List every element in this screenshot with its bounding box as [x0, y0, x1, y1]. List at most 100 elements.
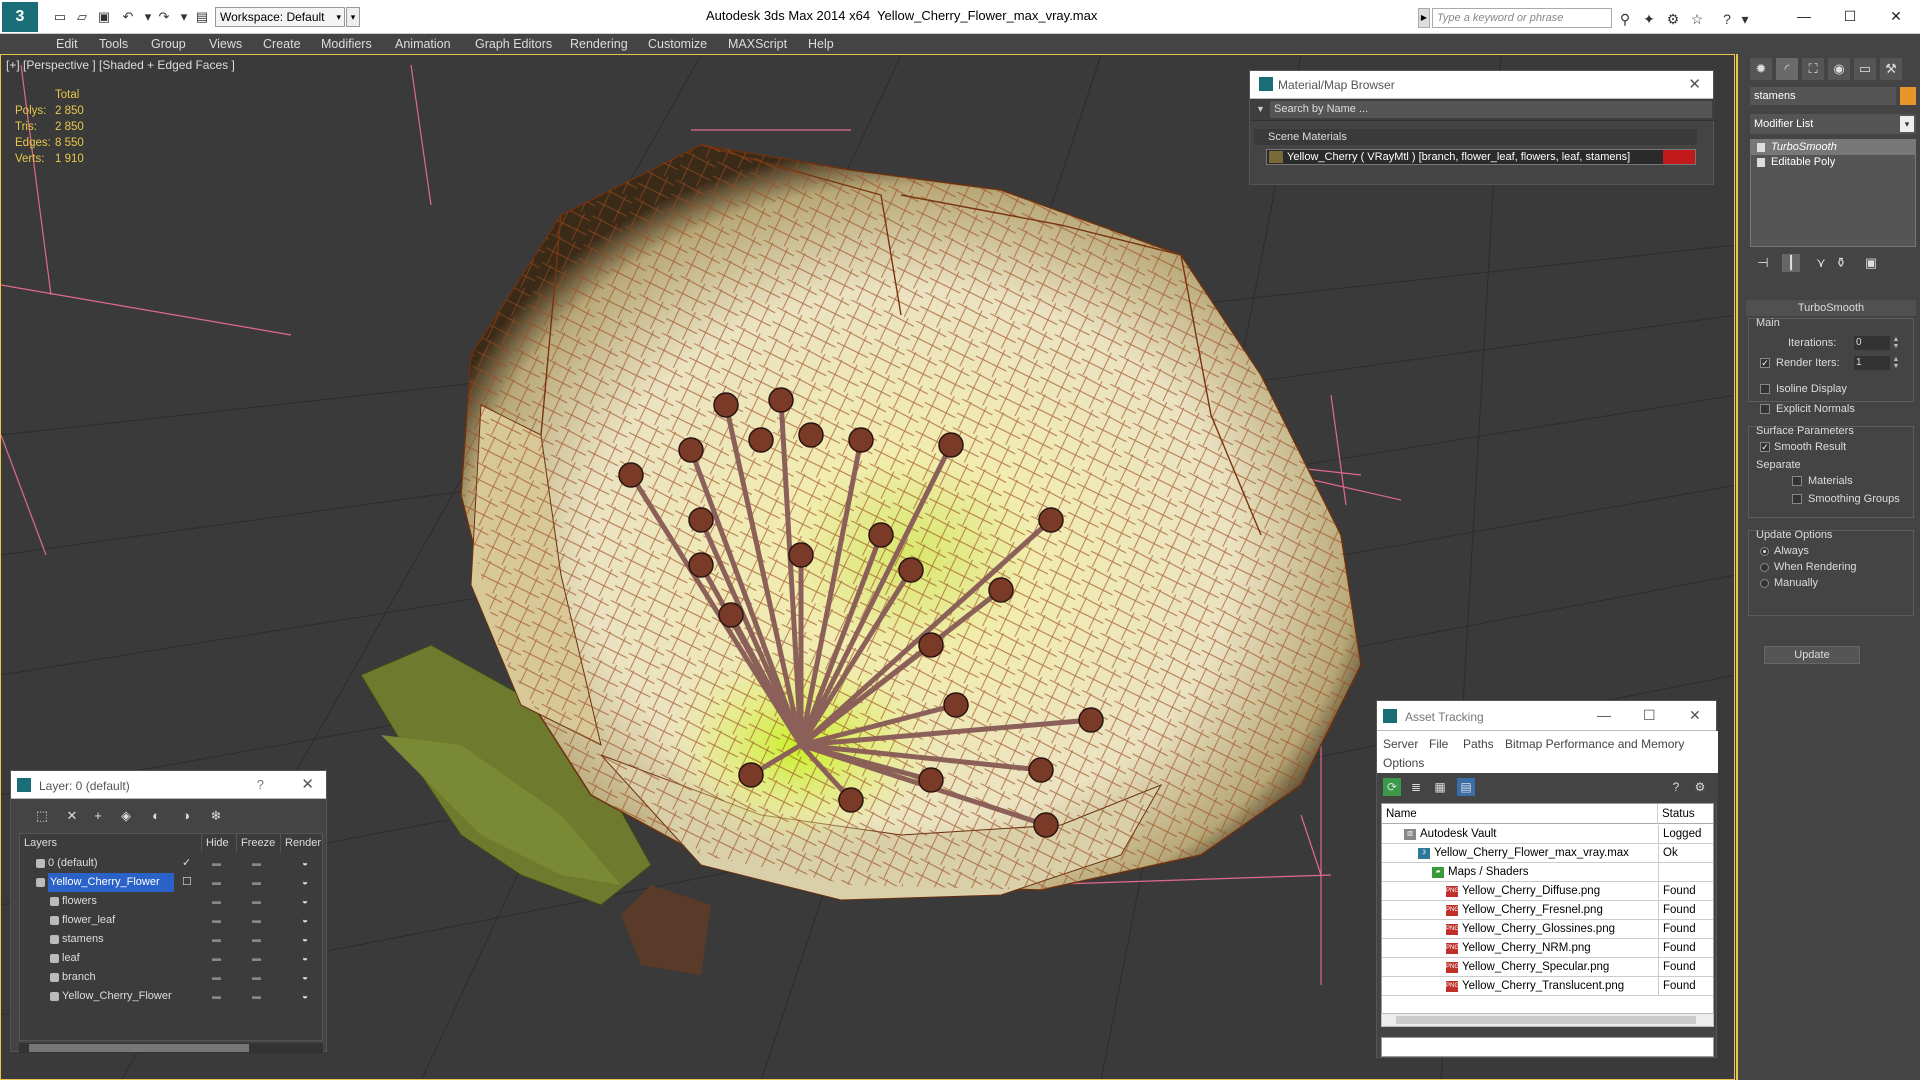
configure-sets-icon[interactable]: ▣: [1862, 254, 1880, 272]
layers-scrollbar[interactable]: [19, 1043, 323, 1053]
render-toggle-icon[interactable]: ◒: [302, 968, 308, 987]
hide-toggle[interactable]: ▬: [212, 892, 221, 911]
settings-icon[interactable]: ⚙: [1691, 778, 1709, 796]
freeze-toggle[interactable]: ▬: [252, 892, 261, 911]
menu-server[interactable]: Server: [1383, 737, 1418, 751]
layer-row[interactable]: branch ▬ ▬ ◒: [20, 968, 322, 987]
render-iters-spinner[interactable]: 1: [1854, 356, 1890, 370]
menu-graph-editors[interactable]: Graph Editors: [475, 35, 552, 53]
asset-row[interactable]: PNG Yellow_Cherry_Fresnel.png Found: [1382, 901, 1713, 920]
manually-radio[interactable]: [1760, 579, 1769, 588]
show-end-result-icon[interactable]: ┃: [1782, 254, 1800, 272]
redo-icon[interactable]: ↷: [156, 9, 172, 25]
stack-item-editable-poly[interactable]: Editable Poly: [1751, 155, 1915, 170]
render-toggle-icon[interactable]: ◒: [302, 930, 308, 949]
column-status[interactable]: Status: [1658, 804, 1713, 824]
isoline-display-checkbox[interactable]: [1760, 384, 1770, 394]
current-layer-check-icon[interactable]: ✓: [182, 854, 191, 873]
menu-tools[interactable]: Tools: [99, 35, 128, 53]
smooth-result-checkbox[interactable]: ✓: [1760, 442, 1770, 452]
scrollbar-thumb[interactable]: [1396, 1016, 1696, 1024]
always-radio[interactable]: [1760, 547, 1769, 556]
make-unique-icon[interactable]: ⋎: [1812, 254, 1830, 272]
menu-create[interactable]: Create: [263, 35, 301, 53]
hide-toggle[interactable]: ▬: [212, 911, 221, 930]
minimize-button[interactable]: —: [1597, 707, 1611, 723]
freeze-toggle[interactable]: ▬: [252, 854, 261, 873]
minimize-button[interactable]: —: [1784, 5, 1824, 27]
thumbnail-view-icon[interactable]: ▦: [1431, 778, 1449, 796]
layer-row[interactable]: Yellow_Cherry_Flower ▬ ▬ ◒: [20, 987, 322, 1006]
asset-tracking-header[interactable]: Asset Tracking — ☐ ✕: [1377, 701, 1716, 731]
freeze-toggle[interactable]: ▬: [252, 968, 261, 987]
render-toggle-icon[interactable]: ◒: [302, 854, 308, 873]
asset-row[interactable]: ▰ Maps / Shaders: [1382, 863, 1713, 882]
layer-row[interactable]: leaf ▬ ▬ ◒: [20, 949, 322, 968]
highlight-layer-icon[interactable]: ◐: [147, 807, 165, 825]
material-search-input[interactable]: Search by Name ...: [1270, 101, 1712, 118]
pin-stack-icon[interactable]: ⊣: [1754, 254, 1772, 272]
column-hide[interactable]: Hide: [202, 834, 237, 852]
asset-table-scrollbar[interactable]: [1381, 1013, 1714, 1027]
layer-row[interactable]: 0 (default) ▬ ▬ ◒ ✓: [20, 854, 322, 873]
render-toggle-icon[interactable]: ◒: [302, 892, 308, 911]
render-toggle-icon[interactable]: ◒: [302, 873, 308, 892]
scrollbar-thumb[interactable]: [29, 1044, 249, 1052]
list-view-icon[interactable]: ≣: [1407, 778, 1425, 796]
menu-animation[interactable]: Animation: [395, 35, 451, 53]
remove-modifier-icon[interactable]: ⚱: [1832, 254, 1850, 272]
asset-row[interactable]: 3 Yellow_Cherry_Flower_max_vray.max Ok: [1382, 844, 1713, 863]
undo-icon[interactable]: ↶: [120, 9, 136, 25]
asset-row[interactable]: PNG Yellow_Cherry_Glossines.png Found: [1382, 920, 1713, 939]
help-icon[interactable]: ?: [1667, 778, 1685, 796]
binoculars-icon[interactable]: ⚲: [1616, 10, 1634, 28]
close-button[interactable]: ✕: [1876, 5, 1916, 27]
freeze-toggle[interactable]: ▬: [252, 911, 261, 930]
modify-tab-icon[interactable]: ◜: [1776, 58, 1798, 80]
select-objects-icon[interactable]: ◈: [117, 807, 135, 825]
motion-tab-icon[interactable]: ◉: [1828, 58, 1850, 80]
utilities-tab-icon[interactable]: ⚒: [1880, 58, 1902, 80]
menu-options[interactable]: Options: [1383, 756, 1424, 770]
asset-row[interactable]: ▥ Autodesk Vault Logged Out: [1382, 825, 1713, 844]
rollout-title[interactable]: TurboSmooth: [1746, 300, 1916, 316]
scene-materials-section[interactable]: Scene Materials: [1254, 129, 1697, 145]
object-color-swatch[interactable]: [1900, 87, 1916, 105]
menu-customize[interactable]: Customize: [648, 35, 707, 53]
set-project-icon[interactable]: ▤: [194, 9, 210, 25]
asset-row[interactable]: PNG Yellow_Cherry_Diffuse.png Found: [1382, 882, 1713, 901]
viewport-label[interactable]: [+] [Perspective ] [Shaded + Edged Faces…: [6, 58, 235, 72]
display-tab-icon[interactable]: ▭: [1854, 58, 1876, 80]
open-file-icon[interactable]: ▱: [74, 9, 90, 25]
menu-edit[interactable]: Edit: [56, 35, 78, 53]
menu-maxscript[interactable]: MAXScript: [728, 35, 787, 53]
menu-rendering[interactable]: Rendering: [570, 35, 628, 53]
object-name-field[interactable]: stamens: [1750, 87, 1896, 105]
freeze-toggle[interactable]: ▬: [252, 987, 261, 1006]
hide-toggle[interactable]: ▬: [212, 930, 221, 949]
undo-dropdown-icon[interactable]: ▾: [140, 9, 156, 25]
material-entry[interactable]: Yellow_Cherry ( VRayMtl ) [branch, flowe…: [1266, 149, 1696, 165]
layer-row[interactable]: flowers ▬ ▬ ◒: [20, 892, 322, 911]
spinner-arrows-icon[interactable]: ▲ ▼: [1892, 356, 1900, 370]
materials-checkbox[interactable]: [1792, 476, 1802, 486]
close-icon[interactable]: ✕: [1689, 707, 1701, 724]
layer-row[interactable]: stamens ▬ ▬ ◒: [20, 930, 322, 949]
asset-row[interactable]: PNG Yellow_Cherry_NRM.png Found: [1382, 939, 1713, 958]
render-toggle-icon[interactable]: ◒: [302, 911, 308, 930]
hide-all-icon[interactable]: ◑: [177, 807, 195, 825]
hide-toggle[interactable]: ▬: [212, 873, 221, 892]
smoothing-groups-checkbox[interactable]: [1792, 494, 1802, 504]
hierarchy-tab-icon[interactable]: ⛶: [1802, 58, 1824, 80]
column-render[interactable]: Render: [281, 834, 323, 852]
menu-paths[interactable]: Paths: [1463, 737, 1494, 751]
stack-item-turbosmooth[interactable]: TurboSmooth: [1751, 140, 1915, 155]
search-expand-arrow[interactable]: ▶: [1418, 8, 1430, 28]
freeze-all-icon[interactable]: ❄: [207, 807, 225, 825]
render-toggle-icon[interactable]: ◒: [302, 949, 308, 968]
add-to-layer-icon[interactable]: ⬚: [33, 807, 51, 825]
subscription-icon[interactable]: ✦: [1640, 10, 1658, 28]
hide-toggle[interactable]: ▬: [212, 949, 221, 968]
close-icon[interactable]: ✕: [301, 775, 314, 793]
asset-row[interactable]: PNG Yellow_Cherry_Specular.png Found: [1382, 958, 1713, 977]
